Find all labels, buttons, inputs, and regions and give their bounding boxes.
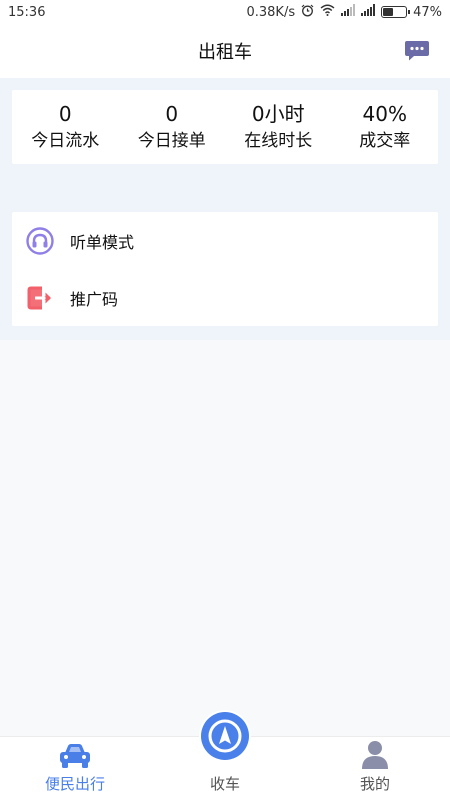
chat-bubble-icon: [405, 41, 429, 61]
menu-item-label: 听单模式: [70, 232, 135, 252]
stat-today-orders: 0 今日接单: [119, 90, 226, 164]
stat-today-earnings: 0 今日流水: [12, 90, 119, 164]
stat-value: 0小时: [251, 102, 305, 126]
menu-item-listen-mode[interactable]: 听单模式: [12, 212, 438, 269]
navigation-icon: [208, 719, 242, 753]
tab-label: 我的: [359, 775, 390, 793]
page-header: 出租车: [0, 24, 450, 78]
battery-icon: [381, 6, 411, 18]
alarm-icon: [301, 4, 314, 21]
page-title: 出租车: [198, 42, 252, 63]
stat-value: 0: [58, 102, 72, 126]
tab-label: 便民出行: [44, 775, 105, 793]
status-time: 15:36: [8, 4, 46, 20]
status-right-group: 0.38K/s 47%: [246, 4, 442, 21]
car-icon: [60, 744, 90, 768]
stats-card: 0 今日流水 0 今日接单 0小时 在线时长 40% 成交率: [12, 90, 438, 164]
stat-value: 40%: [362, 102, 407, 126]
menu-item-promo-code[interactable]: 推广码: [12, 269, 438, 326]
stat-online-hours: 0小时 在线时长: [225, 90, 332, 164]
stat-value: 0: [165, 102, 179, 126]
network-speed: 0.38K/s: [246, 4, 296, 20]
menu-item-label: 推广码: [70, 289, 119, 309]
tab-label: 收车: [209, 775, 240, 793]
stat-label: 今日流水: [31, 131, 100, 151]
signal-icon: [361, 4, 376, 20]
tab-mine[interactable]: 我的: [300, 737, 450, 800]
end-shift-center-button[interactable]: [201, 712, 249, 760]
headphones-icon: [26, 226, 54, 255]
share-icon: [27, 286, 51, 309]
menu-card: 听单模式 推广码: [12, 212, 438, 326]
stat-label: 成交率: [359, 131, 411, 151]
battery-percent: 47%: [413, 4, 442, 20]
message-button[interactable]: [404, 40, 430, 62]
tab-convenient-travel[interactable]: 便民出行: [0, 737, 150, 800]
wifi-icon: [320, 4, 335, 20]
signal-icon: [341, 4, 356, 20]
stat-success-rate: 40% 成交率: [332, 90, 439, 164]
status-bar: 15:36 0.38K/s 47%: [0, 0, 450, 24]
stat-label: 在线时长: [244, 131, 313, 151]
battery-fill: [383, 8, 394, 16]
person-icon: [362, 741, 388, 769]
stat-label: 今日接单: [137, 131, 206, 151]
